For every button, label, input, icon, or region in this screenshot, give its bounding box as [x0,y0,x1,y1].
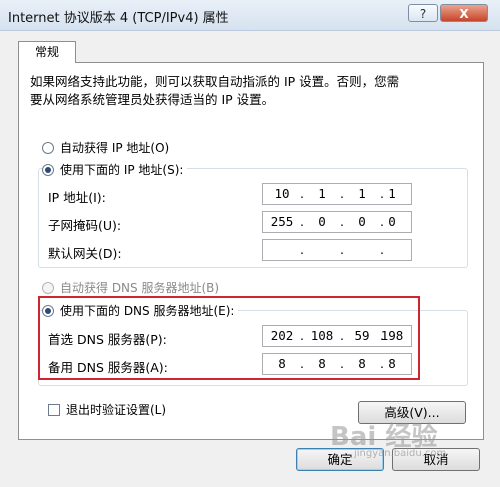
radio-manual-ip[interactable]: 使用下面的 IP 地址(S): [42,162,188,178]
validate-on-exit-checkbox[interactable] [48,404,60,416]
preferred-dns-input[interactable]: 202 . 108 . 59 . 198 [262,325,412,347]
validate-on-exit-label: 退出时验证设置(L) [66,403,167,417]
close-button[interactable]: X [440,4,488,22]
radio-manual-ip-indicator[interactable] [42,164,54,176]
description-line-1: 如果网络支持此功能，则可以获取自动指派的 IP 设置。否则，您需 [30,74,400,89]
subnet-mask-octet-4: 0 [388,214,396,229]
subnet-mask-input[interactable]: 255 . 0 . 0 . 0 [262,211,412,233]
default-gateway-input[interactable]: . . . [262,239,412,261]
subnet-mask-octet-1: 255 [270,214,294,229]
subnet-mask-octet-3: 0 [358,214,366,229]
radio-auto-dns-label: 自动获得 DNS 服务器地址(B) [60,281,220,295]
alternate-dns-octet-2: 8 [318,356,326,371]
preferred-dns-octet-4: 198 [380,328,404,343]
radio-manual-ip-label: 使用下面的 IP 地址(S): [60,163,184,177]
alternate-dns-octet-3: 8 [358,356,366,371]
preferred-dns-label: 首选 DNS 服务器(P): [48,332,167,347]
separator-dot: . [300,242,304,257]
radio-auto-ip[interactable]: 自动获得 IP 地址(O) [42,140,169,156]
alternate-dns-octet-4: 8 [388,356,396,371]
radio-manual-dns-label: 使用下面的 DNS 服务器地址(E): [60,304,235,318]
ip-address-octet-4: 1 [388,186,396,201]
description-line-2: 要从网络系统管理员处获得适当的 IP 设置。 [30,92,275,107]
alternate-dns-label: 备用 DNS 服务器(A): [48,360,168,375]
radio-manual-dns-indicator[interactable] [42,305,54,317]
radio-auto-dns-indicator[interactable] [42,282,54,294]
default-gateway-label: 默认网关(D): [48,246,122,261]
ip-address-input[interactable]: 10 . 1 . 1 . 1 [262,183,412,205]
preferred-dns-octet-2: 108 [310,328,334,343]
radio-manual-dns[interactable]: 使用下面的 DNS 服务器地址(E): [42,303,239,319]
ip-address-octet-2: 1 [318,186,326,201]
alternate-dns-input[interactable]: 8 . 8 . 8 . 8 [262,353,412,375]
window-title: Internet 协议版本 4 (TCP/IPv4) 属性 [8,11,229,26]
ip-address-label: IP 地址(I): [48,190,106,205]
preferred-dns-octet-1: 202 [270,328,294,343]
separator-dot: . [380,242,384,257]
subnet-mask-label: 子网掩码(U): [48,218,122,233]
validate-on-exit[interactable]: 退出时验证设置(L) [48,402,166,418]
tab-general[interactable]: 常规 [18,41,76,63]
subnet-mask-octet-2: 0 [318,214,326,229]
title-bar: Internet 协议版本 4 (TCP/IPv4) 属性 ? X [0,0,500,31]
description: 如果网络支持此功能，则可以获取自动指派的 IP 设置。否则，您需 要从网络系统管… [30,73,460,109]
ip-address-octet-3: 1 [358,186,366,201]
preferred-dns-octet-3: 59 [354,328,370,343]
help-button[interactable]: ? [408,4,438,22]
separator-dot: . [340,242,344,257]
alternate-dns-octet-1: 8 [278,356,286,371]
ip-address-octet-1: 10 [274,186,290,201]
radio-auto-ip-label: 自动获得 IP 地址(O) [60,141,170,155]
radio-auto-dns[interactable]: 自动获得 DNS 服务器地址(B) [42,280,219,296]
radio-auto-ip-indicator[interactable] [42,142,54,154]
watermark-url: jingyan.baidu.com [354,448,447,459]
